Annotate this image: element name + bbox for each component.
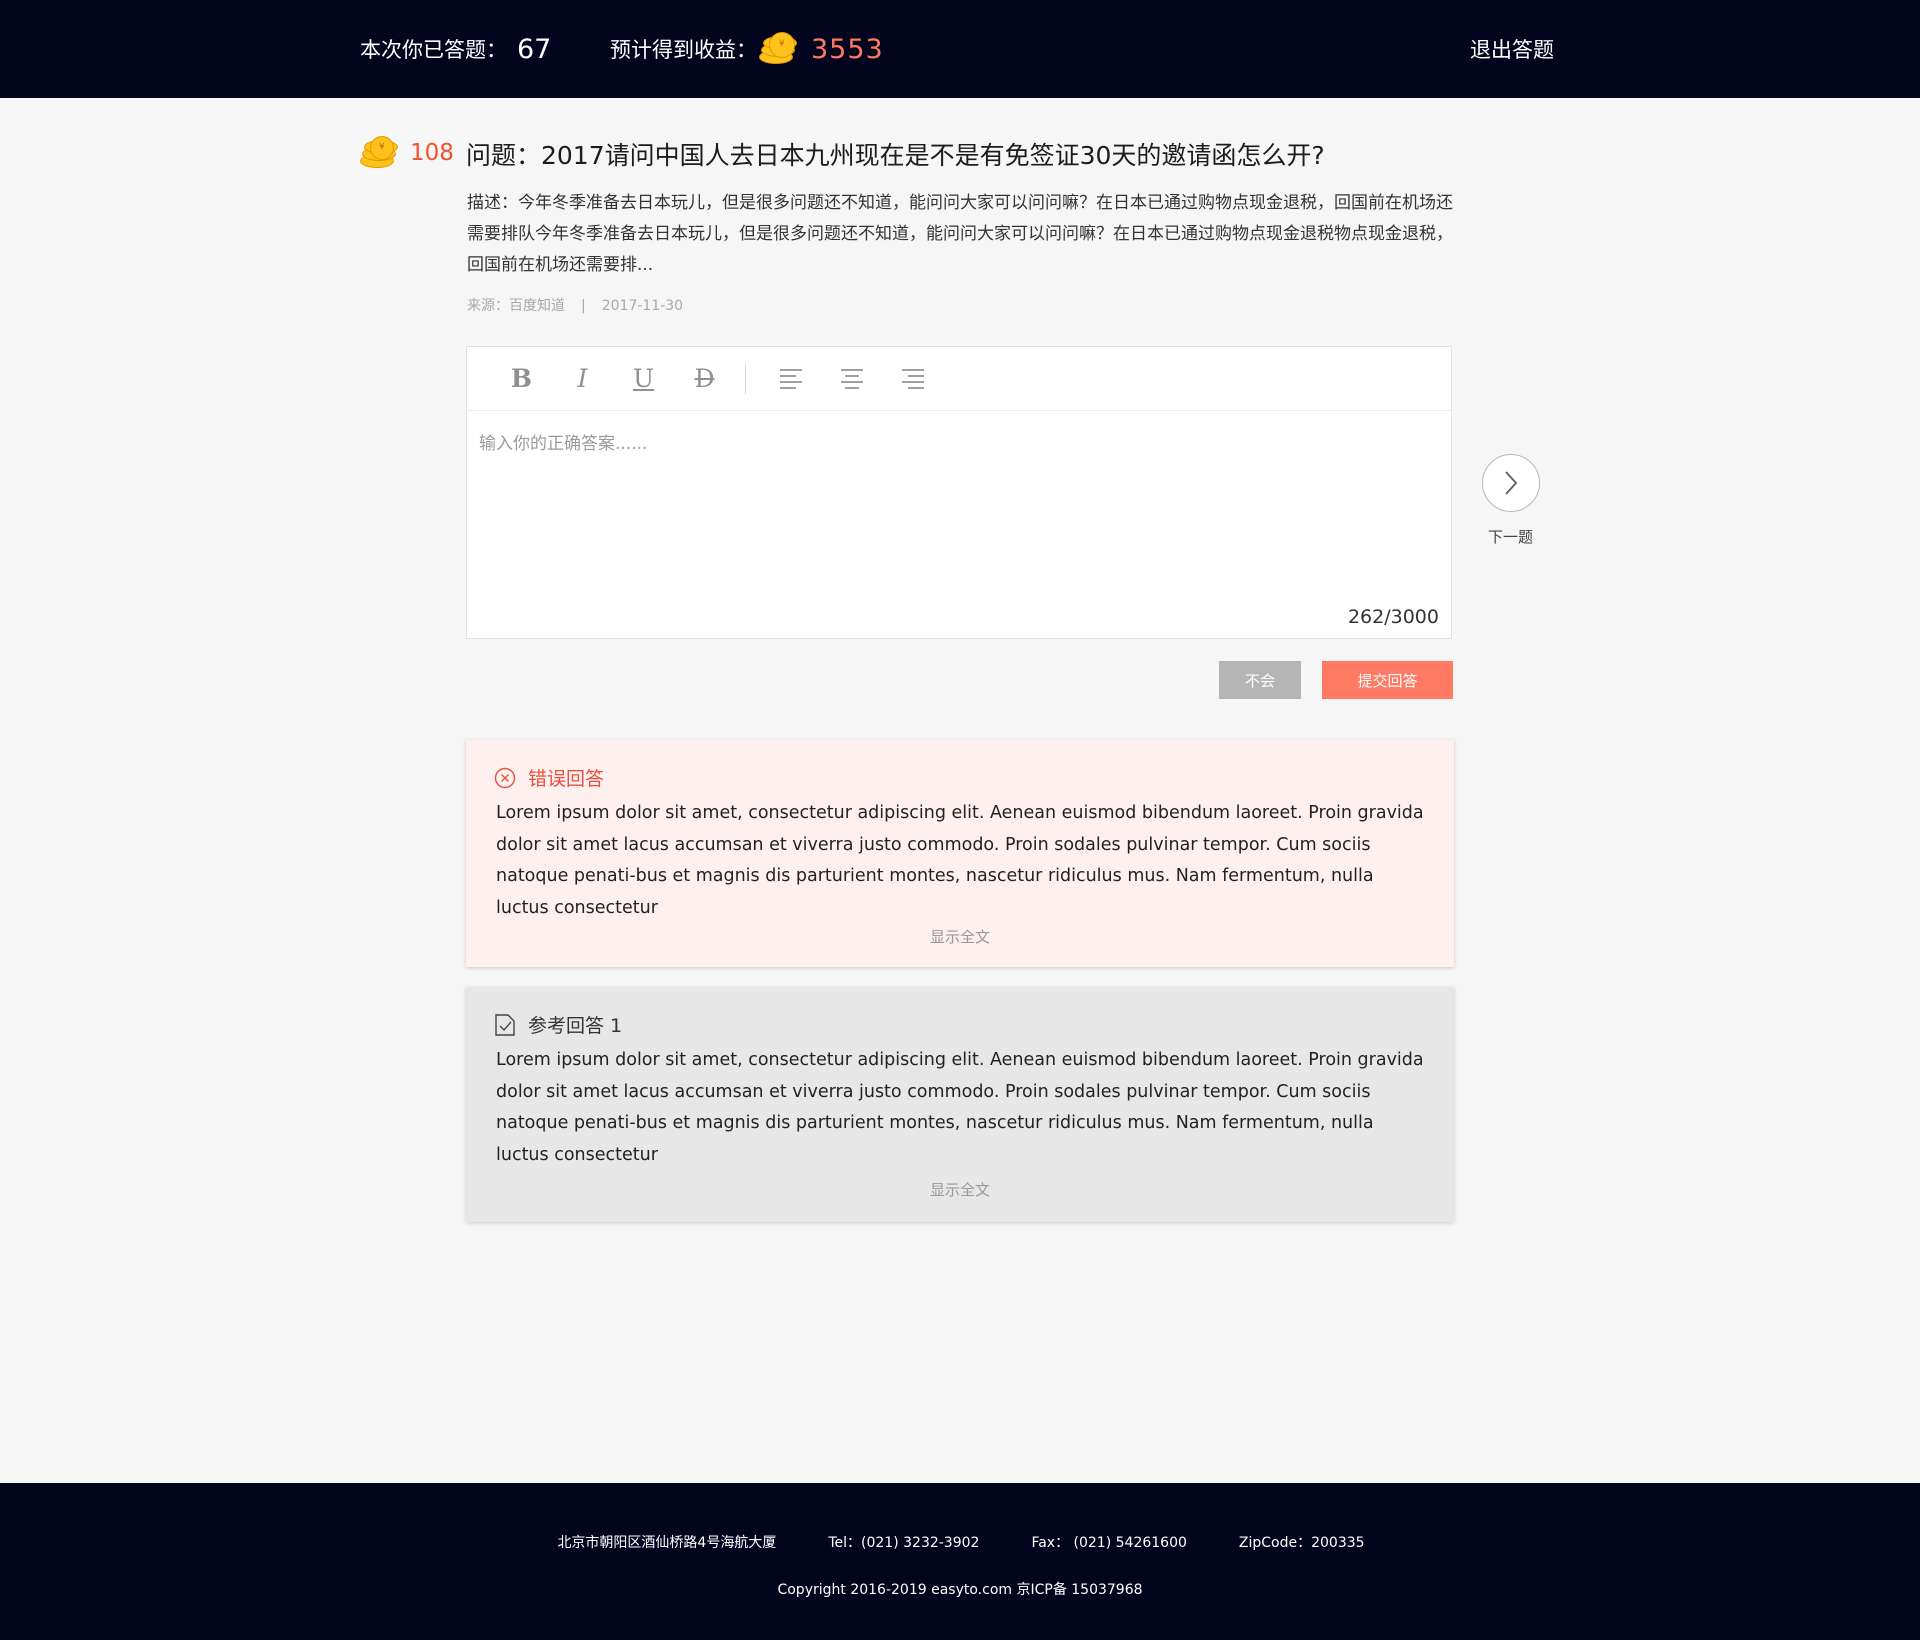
footer-zip: ZipCode：200335 bbox=[1238, 1535, 1365, 1551]
wrong-answer-title: 错误回答 bbox=[528, 768, 605, 790]
reward-value: 108 bbox=[410, 140, 454, 166]
exit-button[interactable]: 退出答题 bbox=[1470, 0, 1554, 98]
next-question-label: 下一题 bbox=[1488, 528, 1534, 546]
earnings-label: 预计得到收益： bbox=[610, 38, 757, 62]
wrong-answer-body: Lorem ipsum dolor sit amet, consectetur … bbox=[496, 803, 1424, 918]
coin-stack-icon: ¥ bbox=[360, 136, 404, 170]
question-title: 问题：2017请问中国人去日本九州现在是不是有免签证30天的邀请函怎么开? bbox=[466, 141, 1325, 170]
question-source: 来源：百度知道 bbox=[467, 298, 565, 314]
answered-label: 本次你已答题： bbox=[360, 38, 507, 62]
reference-answer-header: 参考回答 1 bbox=[494, 1011, 622, 1038]
question-date: 2017-11-30 bbox=[601, 298, 684, 314]
earnings-value: 3553 bbox=[811, 33, 884, 65]
footer-fax: Fax： (021) 54261600 bbox=[1031, 1535, 1187, 1551]
question-meta: 来源：百度知道 | 2017-11-30 bbox=[467, 295, 683, 315]
strikethrough-icon[interactable]: D bbox=[674, 359, 735, 399]
toolbar-divider bbox=[745, 363, 746, 394]
question-reward: ¥ 108 bbox=[360, 136, 454, 170]
footer-address: 北京市朝阳区酒仙桥路4号海航大厦 bbox=[557, 1535, 777, 1551]
top-bar: 本次你已答题： 67 预计得到收益： ¥ 3553 退出答题 bbox=[0, 0, 1920, 98]
wrong-answer-header: 错误回答 bbox=[494, 764, 604, 791]
answer-input[interactable] bbox=[467, 411, 1451, 601]
coin-stack-icon: ¥ bbox=[757, 32, 801, 66]
checklist-icon bbox=[494, 1013, 516, 1037]
meta-separator: | bbox=[581, 298, 586, 314]
earnings-stat: 预计得到收益： ¥ 3553 bbox=[610, 0, 884, 98]
question-description: 描述：今年冬季准备去日本玩儿，但是很多问题还不知道，能问问大家可以问问嘛？在日本… bbox=[467, 193, 1453, 275]
skip-button[interactable]: 不会 bbox=[1219, 661, 1301, 699]
error-circle-icon bbox=[494, 767, 516, 789]
submit-answer-button[interactable]: 提交回答 bbox=[1322, 661, 1453, 699]
char-counter: 262/3000 bbox=[1347, 606, 1439, 628]
footer-tel: Tel：(021) 3232-3902 bbox=[828, 1535, 980, 1551]
reference-answer-title: 参考回答 1 bbox=[528, 1015, 623, 1037]
wrong-answer-card: 错误回答 Lorem ipsum dolor sit amet, consect… bbox=[466, 740, 1454, 967]
answered-count: 67 bbox=[517, 33, 552, 65]
reference-answer-show-more[interactable]: 显示全文 bbox=[466, 1179, 1454, 1200]
wrong-answer-show-more[interactable]: 显示全文 bbox=[466, 926, 1454, 947]
reference-answer-body: Lorem ipsum dolor sit amet, consectetur … bbox=[496, 1050, 1424, 1165]
answer-editor: B I U D 262/3000 bbox=[466, 346, 1452, 639]
next-question-button[interactable] bbox=[1482, 454, 1540, 512]
align-left-icon[interactable] bbox=[760, 359, 821, 399]
chevron-right-icon bbox=[1505, 471, 1518, 495]
editor-toolbar: B I U D bbox=[467, 347, 1451, 411]
italic-icon[interactable]: I bbox=[552, 359, 613, 399]
footer-contact: 北京市朝阳区酒仙桥路4号海航大厦 Tel：(021) 3232-3902 Fax… bbox=[0, 1532, 1920, 1552]
footer: 北京市朝阳区酒仙桥路4号海航大厦 Tel：(021) 3232-3902 Fax… bbox=[0, 1483, 1920, 1640]
footer-copyright: Copyright 2016-2019 easyto.com 京ICP备 150… bbox=[777, 1582, 1143, 1598]
reference-answer-card: 参考回答 1 Lorem ipsum dolor sit amet, conse… bbox=[466, 987, 1454, 1222]
align-right-icon[interactable] bbox=[882, 359, 943, 399]
align-center-icon[interactable] bbox=[821, 359, 882, 399]
underline-icon[interactable]: U bbox=[613, 359, 674, 399]
answered-stat: 本次你已答题： 67 bbox=[360, 0, 551, 98]
bold-icon[interactable]: B bbox=[491, 359, 552, 399]
